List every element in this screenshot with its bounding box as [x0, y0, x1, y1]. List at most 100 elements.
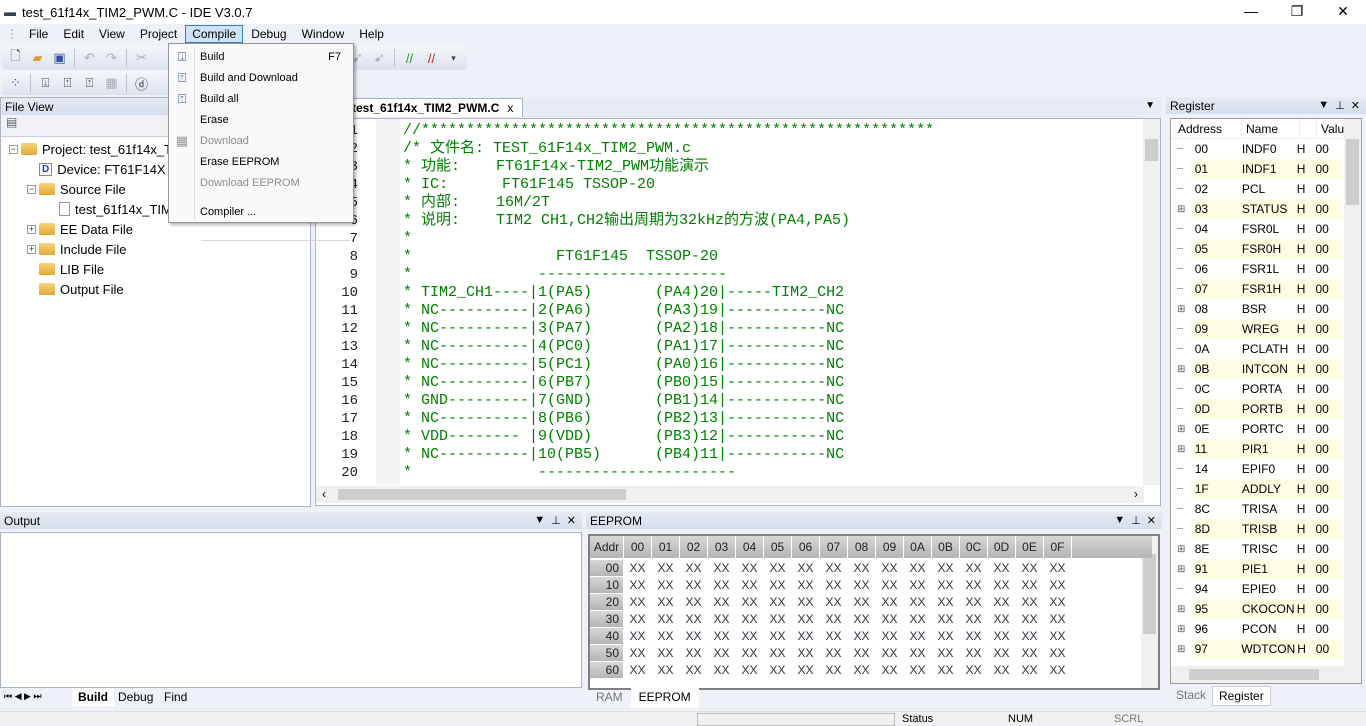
tab-list-dropdown-icon[interactable]: ▼ [1145, 100, 1155, 111]
eeprom-cell[interactable]: XX [708, 594, 735, 610]
menu-view[interactable]: View [92, 25, 132, 43]
register-row[interactable]: ┈ 0C PORTA H 00 [1171, 379, 1341, 399]
eeprom-cell[interactable]: XX [904, 645, 931, 661]
eeprom-cell[interactable]: XX [624, 594, 651, 610]
eeprom-cell[interactable]: XX [876, 594, 903, 610]
register-row[interactable]: ⊞ 08 BSR H 00 [1171, 299, 1341, 319]
register-row[interactable]: ⊞ 0E PORTC H 00 [1171, 419, 1341, 439]
register-row[interactable]: ┈ 04 FSR0L H 00 [1171, 219, 1341, 239]
eeprom-cell[interactable]: XX [624, 611, 651, 627]
menu-help[interactable]: Help [352, 25, 391, 43]
eeprom-cell[interactable]: XX [792, 594, 819, 610]
eeprom-cell[interactable]: XX [848, 560, 875, 576]
eeprom-cell[interactable]: XX [848, 662, 875, 678]
eeprom-cell[interactable]: XX [932, 594, 959, 610]
toolbar-overflow-icon[interactable]: ▾ [444, 49, 463, 68]
register-row[interactable]: ┈ 0D PORTB H 00 [1171, 399, 1341, 419]
uncomment-icon[interactable]: // [422, 49, 441, 68]
eeprom-cell[interactable]: XX [932, 611, 959, 627]
menu-edit[interactable]: Edit [56, 25, 91, 43]
eeprom-cell[interactable]: XX [652, 577, 679, 593]
panel-close-icon[interactable]: ✕ [567, 514, 576, 527]
eeprom-cell[interactable]: XX [1016, 594, 1043, 610]
eeprom-cell[interactable]: XX [624, 645, 651, 661]
eeprom-cell[interactable]: XX [736, 560, 763, 576]
eeprom-cell[interactable]: XX [652, 662, 679, 678]
eeprom-cell[interactable]: XX [708, 611, 735, 627]
menu-item-erase-eeprom[interactable]: Erase EEPROM [169, 151, 353, 172]
eeprom-cell[interactable]: XX [820, 611, 847, 627]
eeprom-cell[interactable]: XX [820, 560, 847, 576]
bookmark-prev-icon[interactable]: ➹ [370, 49, 389, 68]
eeprom-cell[interactable]: XX [1016, 611, 1043, 627]
tree-item-folder[interactable]: − Source File [27, 179, 126, 199]
col-address[interactable]: Address [1171, 119, 1241, 138]
build-all-icon[interactable]: ⍐ [80, 74, 99, 93]
download-icon[interactable]: ▦ [102, 74, 121, 93]
panel-close-icon[interactable]: ✕ [1351, 99, 1360, 112]
panel-menu-icon[interactable]: ▼ [1114, 514, 1125, 527]
eeprom-cell[interactable]: XX [680, 594, 707, 610]
eeprom-cell[interactable]: XX [848, 645, 875, 661]
pin-icon[interactable]: ⊥ [1335, 99, 1345, 112]
eeprom-cell[interactable]: XX [876, 611, 903, 627]
eeprom-cell[interactable]: XX [764, 611, 791, 627]
eeprom-cell[interactable]: XX [988, 628, 1015, 644]
eeprom-cell[interactable]: XX [820, 577, 847, 593]
eeprom-cell[interactable]: XX [680, 560, 707, 576]
code-editor[interactable]: 1//*************************************… [315, 118, 1161, 506]
panel-close-icon[interactable]: ✕ [1147, 514, 1156, 527]
register-row[interactable]: ┈ 1F ADDLY H 00 [1171, 479, 1341, 499]
open-folder-icon[interactable]: ▰ [28, 49, 47, 68]
eeprom-cell[interactable]: XX [792, 560, 819, 576]
eeprom-cell[interactable]: XX [876, 645, 903, 661]
register-row[interactable]: ┈ 0A PCLATH H 00 [1171, 339, 1341, 359]
collapse-icon[interactable]: − [9, 144, 18, 154]
eeprom-cell[interactable]: XX [988, 662, 1015, 678]
eeprom-cell[interactable]: XX [904, 577, 931, 593]
eeprom-cell[interactable]: XX [876, 577, 903, 593]
tab-find[interactable]: Find [158, 688, 193, 706]
eeprom-cell[interactable]: XX [652, 560, 679, 576]
tree-view-icon[interactable]: ▤ [6, 115, 17, 129]
register-row[interactable]: ⊞ 11 PIR1 H 00 [1171, 439, 1341, 459]
eeprom-cell[interactable]: XX [708, 645, 735, 661]
eeprom-cell[interactable]: XX [736, 662, 763, 678]
col-name[interactable]: Name [1241, 119, 1299, 138]
menu-item-build-and-download[interactable]: ⍐ Build and Download [169, 67, 353, 88]
expand-icon[interactable]: ⊞ [1171, 204, 1191, 215]
tab-register[interactable]: Register [1212, 686, 1271, 706]
eeprom-cell[interactable]: XX [708, 577, 735, 593]
eeprom-cell[interactable]: XX [904, 628, 931, 644]
eeprom-cell[interactable]: XX [848, 577, 875, 593]
register-row[interactable]: ┈ 00 INDF0 H 00 [1171, 139, 1341, 159]
eeprom-cell[interactable]: XX [792, 645, 819, 661]
tab-eeprom[interactable]: EEPROM [630, 688, 699, 708]
eeprom-cell[interactable]: XX [932, 662, 959, 678]
register-row[interactable]: ┈ 8D TRISB H 00 [1171, 519, 1341, 539]
eeprom-cell[interactable]: XX [652, 628, 679, 644]
tab-ram[interactable]: RAM [588, 688, 631, 708]
register-row[interactable]: ⊞ 03 STATUS H 00 [1171, 199, 1341, 219]
eeprom-cell[interactable]: XX [820, 662, 847, 678]
expand-icon[interactable]: ⊞ [1171, 544, 1191, 555]
menu-item-compiler[interactable]: Compiler ... [169, 201, 353, 222]
undo-icon[interactable]: ↶ [80, 49, 99, 68]
tree-item-folder[interactable]: + EE Data File [27, 219, 133, 239]
eeprom-cell[interactable]: XX [848, 611, 875, 627]
chip-icon[interactable]: ⁘ [6, 74, 25, 93]
eeprom-cell[interactable]: XX [960, 645, 987, 661]
eeprom-cell[interactable]: XX [652, 594, 679, 610]
menu-window[interactable]: Window [295, 25, 352, 43]
eeprom-cell[interactable]: XX [848, 628, 875, 644]
eeprom-cell[interactable]: XX [1016, 628, 1043, 644]
redo-icon[interactable]: ↷ [102, 49, 121, 68]
register-row[interactable]: ┈ 8C TRISA H 00 [1171, 499, 1341, 519]
eeprom-cell[interactable]: XX [960, 577, 987, 593]
register-row[interactable]: ┈ 94 EPIE0 H 00 [1171, 579, 1341, 599]
eeprom-cell[interactable]: XX [876, 628, 903, 644]
maximize-button[interactable]: ❐ [1274, 0, 1320, 24]
eeprom-cell[interactable]: XX [1044, 662, 1071, 678]
expand-icon[interactable]: ⊞ [1171, 564, 1191, 575]
eeprom-cell[interactable]: XX [764, 594, 791, 610]
